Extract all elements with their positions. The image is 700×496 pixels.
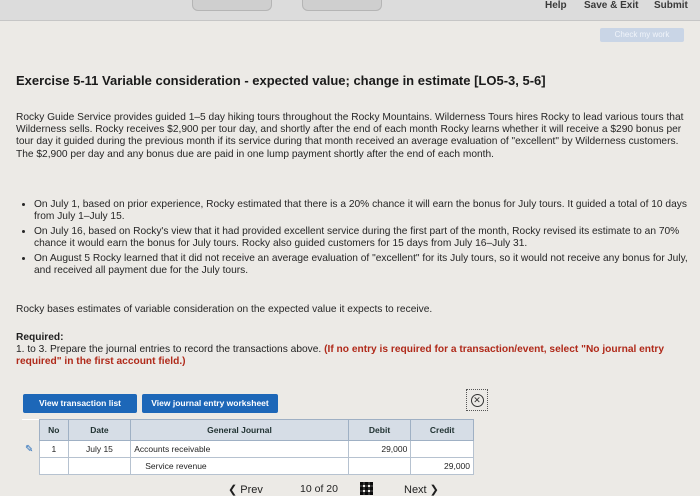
required-task: 1. to 3. Prepare the journal entries to … xyxy=(16,344,322,355)
problem-intro: Rocky Guide Service provides guided 1–5 … xyxy=(16,112,684,160)
event-list: On July 1, based on prior experience, Ro… xyxy=(20,199,700,279)
row-credit: 29,000 xyxy=(410,457,474,475)
journal-table: No Date General Journal Debit Credit ✎ 1… xyxy=(22,419,474,475)
grid-icon[interactable] xyxy=(360,482,373,495)
col-general-journal: General Journal xyxy=(130,419,349,441)
chevron-left-icon: ❮ xyxy=(228,484,241,496)
row-date: July 15 xyxy=(67,440,132,458)
toolbar-tab[interactable] xyxy=(302,0,382,11)
help-link[interactable]: Help xyxy=(545,0,567,11)
total-pages: 20 xyxy=(326,483,338,495)
toolbar-tab[interactable] xyxy=(192,0,272,11)
next-label: Next xyxy=(404,484,427,496)
row-debit xyxy=(347,457,412,475)
row-date xyxy=(67,457,132,475)
pagination-bar xyxy=(0,474,700,496)
page-of: of xyxy=(314,483,324,495)
row-number: 1 xyxy=(39,440,69,458)
row-number xyxy=(39,457,69,475)
view-transaction-list-button[interactable]: View transaction list xyxy=(23,394,137,413)
view-journal-entry-worksheet-button[interactable]: View journal entry worksheet xyxy=(142,394,278,413)
event-item: On July 16, based on Rocky's view that i… xyxy=(34,226,700,251)
save-exit-link[interactable]: Save & Exit xyxy=(584,0,638,11)
next-button[interactable]: Next ❯ xyxy=(404,483,439,496)
col-credit: Credit xyxy=(410,419,474,441)
current-page: 10 xyxy=(300,483,312,495)
top-bar: Help Save & Exit Submit xyxy=(0,0,700,21)
row-edit-spacer xyxy=(22,457,40,475)
event-item: On July 1, based on prior experience, Ro… xyxy=(34,199,700,224)
submit-link[interactable]: Submit xyxy=(654,0,688,11)
required-heading: Required: xyxy=(16,332,64,343)
exercise-title: Exercise 5-11 Variable consideration - e… xyxy=(16,73,546,88)
col-no: No xyxy=(39,419,69,441)
edit-column-header xyxy=(22,419,40,441)
estimate-basis: Rocky bases estimates of variable consid… xyxy=(16,304,433,315)
row-account: Accounts receivable xyxy=(130,440,349,458)
table-row[interactable]: ✎ 1 July 15 Accounts receivable 29,000 xyxy=(22,440,474,458)
close-worksheet-button[interactable]: ✕ xyxy=(466,389,488,411)
table-row[interactable]: Service revenue 29,000 xyxy=(22,457,474,475)
page-indicator: 10 of 20 xyxy=(300,483,338,495)
check-my-work-button[interactable]: Check my work xyxy=(600,28,684,42)
prev-label: Prev xyxy=(240,484,263,496)
chevron-right-icon: ❯ xyxy=(426,484,439,496)
close-icon: ✕ xyxy=(470,393,484,407)
event-item: On August 5 Rocky learned that it did no… xyxy=(34,253,700,278)
col-date: Date xyxy=(67,419,132,441)
row-credit xyxy=(410,440,474,458)
col-debit: Debit xyxy=(347,419,412,441)
row-account: Service revenue xyxy=(130,457,349,475)
prev-button[interactable]: ❮ Prev xyxy=(228,483,263,496)
pencil-icon[interactable]: ✎ xyxy=(22,440,40,458)
required-instructions: 1. to 3. Prepare the journal entries to … xyxy=(16,344,676,368)
row-debit: 29,000 xyxy=(347,440,412,458)
